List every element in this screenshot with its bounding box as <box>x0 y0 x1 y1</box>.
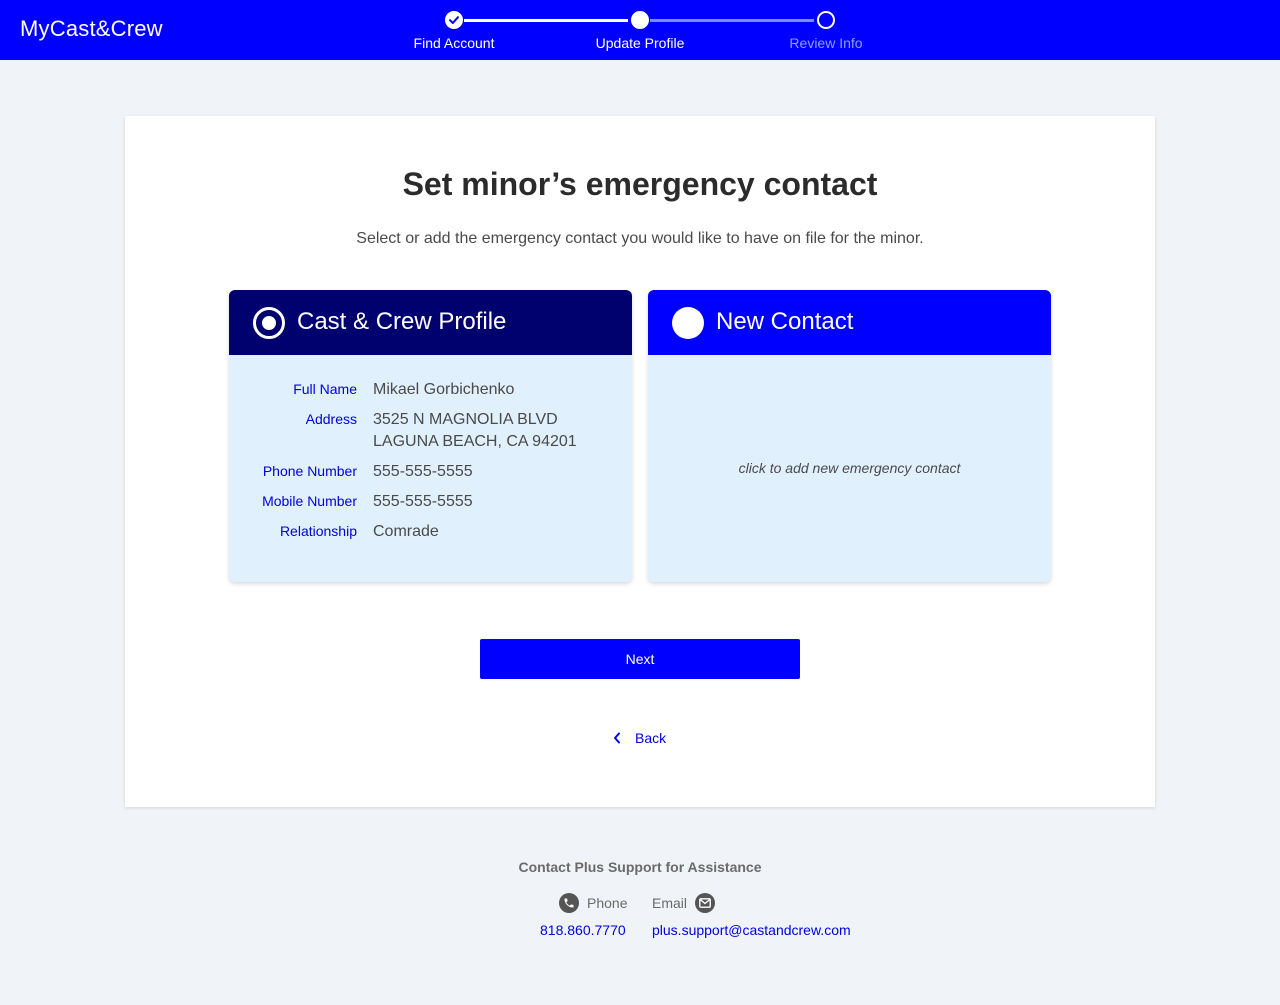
page-subtitle: Select or add the emergency contact you … <box>356 230 924 247</box>
email-label: Email <box>652 895 688 911</box>
option-cast-crew-profile[interactable]: Cast & Crew Profile Full Name Mikael Gor… <box>229 290 632 582</box>
detail-label: Mobile Number <box>262 493 357 509</box>
checkmark-icon <box>449 16 459 24</box>
detail-value: 555-555-5555 <box>373 463 473 480</box>
option-header: Cast & Crew Profile <box>229 290 632 355</box>
radio-selected-icon[interactable] <box>253 307 285 339</box>
detail-value: Mikael Gorbichenko <box>373 381 515 398</box>
option-title: New Contact <box>716 308 854 335</box>
back-label: Back <box>635 730 667 746</box>
option-new-contact[interactable]: New Contact click to add new emergency c… <box>648 290 1051 582</box>
support-title: Contact Plus Support for Assistance <box>518 859 762 875</box>
email-icon <box>695 893 716 913</box>
detail-value: 555-555-5555 <box>373 493 473 510</box>
email-contact: Email <box>652 893 716 913</box>
main-card: Set minor’s emergency contact Select or … <box>125 116 1155 807</box>
top-bar: MyCast&Crew Find Account Update Profile … <box>0 0 1280 60</box>
step-1-label: Find Account <box>413 35 495 51</box>
detail-label: Full Name <box>293 381 357 397</box>
detail-value-line-1: 3525 N MAGNOLIA BLVD <box>373 411 558 428</box>
app-logo[interactable]: MyCast&Crew <box>20 16 163 42</box>
option-title: Cast & Crew Profile <box>297 308 507 335</box>
chevron-left-icon <box>614 732 620 744</box>
step-2-indicator <box>631 11 649 29</box>
phone-icon <box>559 893 579 913</box>
next-button[interactable]: Next <box>480 639 800 679</box>
radio-unselected-icon[interactable] <box>672 307 704 339</box>
phone-contact: Phone <box>559 893 627 913</box>
add-contact-hint: click to add new emergency contact <box>738 460 961 476</box>
stepper-progress-complete <box>464 19 628 22</box>
back-link[interactable]: Back <box>613 730 666 746</box>
detail-label: Phone Number <box>262 463 357 479</box>
detail-label: Relationship <box>279 523 357 539</box>
detail-value: Comrade <box>373 523 439 540</box>
step-1-indicator <box>445 11 463 29</box>
detail-value-line-2: LAGUNA BEACH, CA 94201 <box>373 433 577 450</box>
page-title: Set minor’s emergency contact <box>402 166 878 202</box>
stepper-progress-upcoming <box>650 19 814 22</box>
phone-label: Phone <box>587 895 628 911</box>
support-phone-link[interactable]: 818.860.7770 <box>540 922 626 938</box>
detail-label: Address <box>305 411 357 427</box>
support-email-link[interactable]: plus.support@castandcrew.com <box>652 922 851 938</box>
step-2-label: Update Profile <box>595 35 685 51</box>
step-3-indicator <box>817 11 835 29</box>
step-3-label: Review Info <box>789 35 863 51</box>
option-header: New Contact <box>648 290 1051 355</box>
